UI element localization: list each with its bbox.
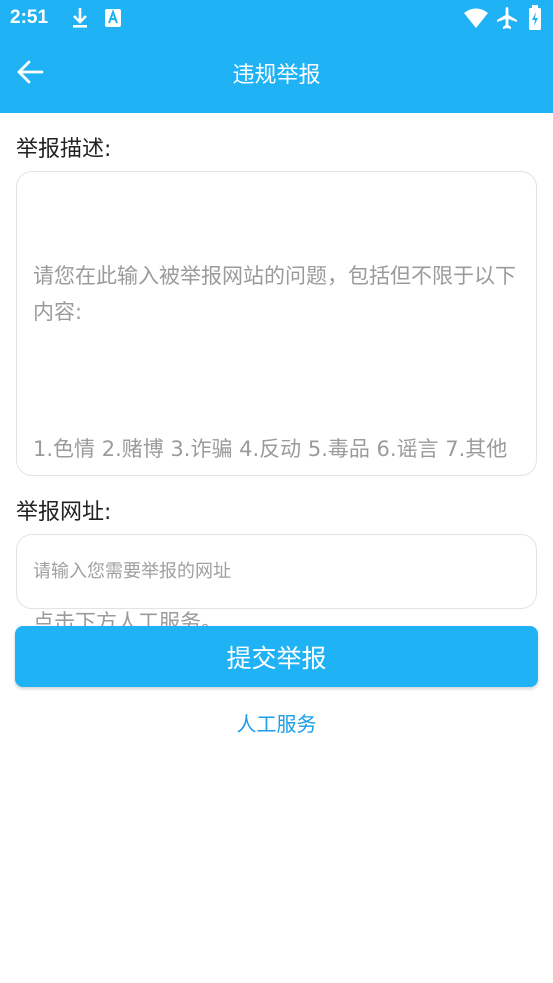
url-label: 举报网址: [16,500,112,525]
a-notification-icon [104,6,122,34]
customer-service-link[interactable]: 人工服务 [0,708,553,737]
submit-report-button[interactable]: 提交举报 [15,626,538,687]
description-placeholder-line-2: 1.色情 2.赌博 3.诈骗 4.反动 5.毒品 6.谣言 7.其他 [33,437,508,461]
page-title: 违规举报 [232,63,321,88]
wifi-icon [463,7,489,33]
url-input[interactable] [16,534,537,609]
description-textarea[interactable]: 请您在此输入被举报网站的问题，包括但不限于以下内容: 1.色情 2.赌博 3.诈… [16,171,537,634]
battery-icon [528,5,542,35]
header-bar: 2:51 违规举报 [0,0,553,113]
status-bar: 2:51 [0,0,553,38]
description-label: 举报描述: [16,137,112,162]
app-bar: 违规举报 [0,38,553,113]
status-time: 2:51 [10,7,49,28]
airplane-icon [496,6,518,34]
download-icon [70,6,90,34]
description-placeholder-line-1: 请您在此输入被举报网站的问题，包括但不限于以下内容: [33,264,516,324]
